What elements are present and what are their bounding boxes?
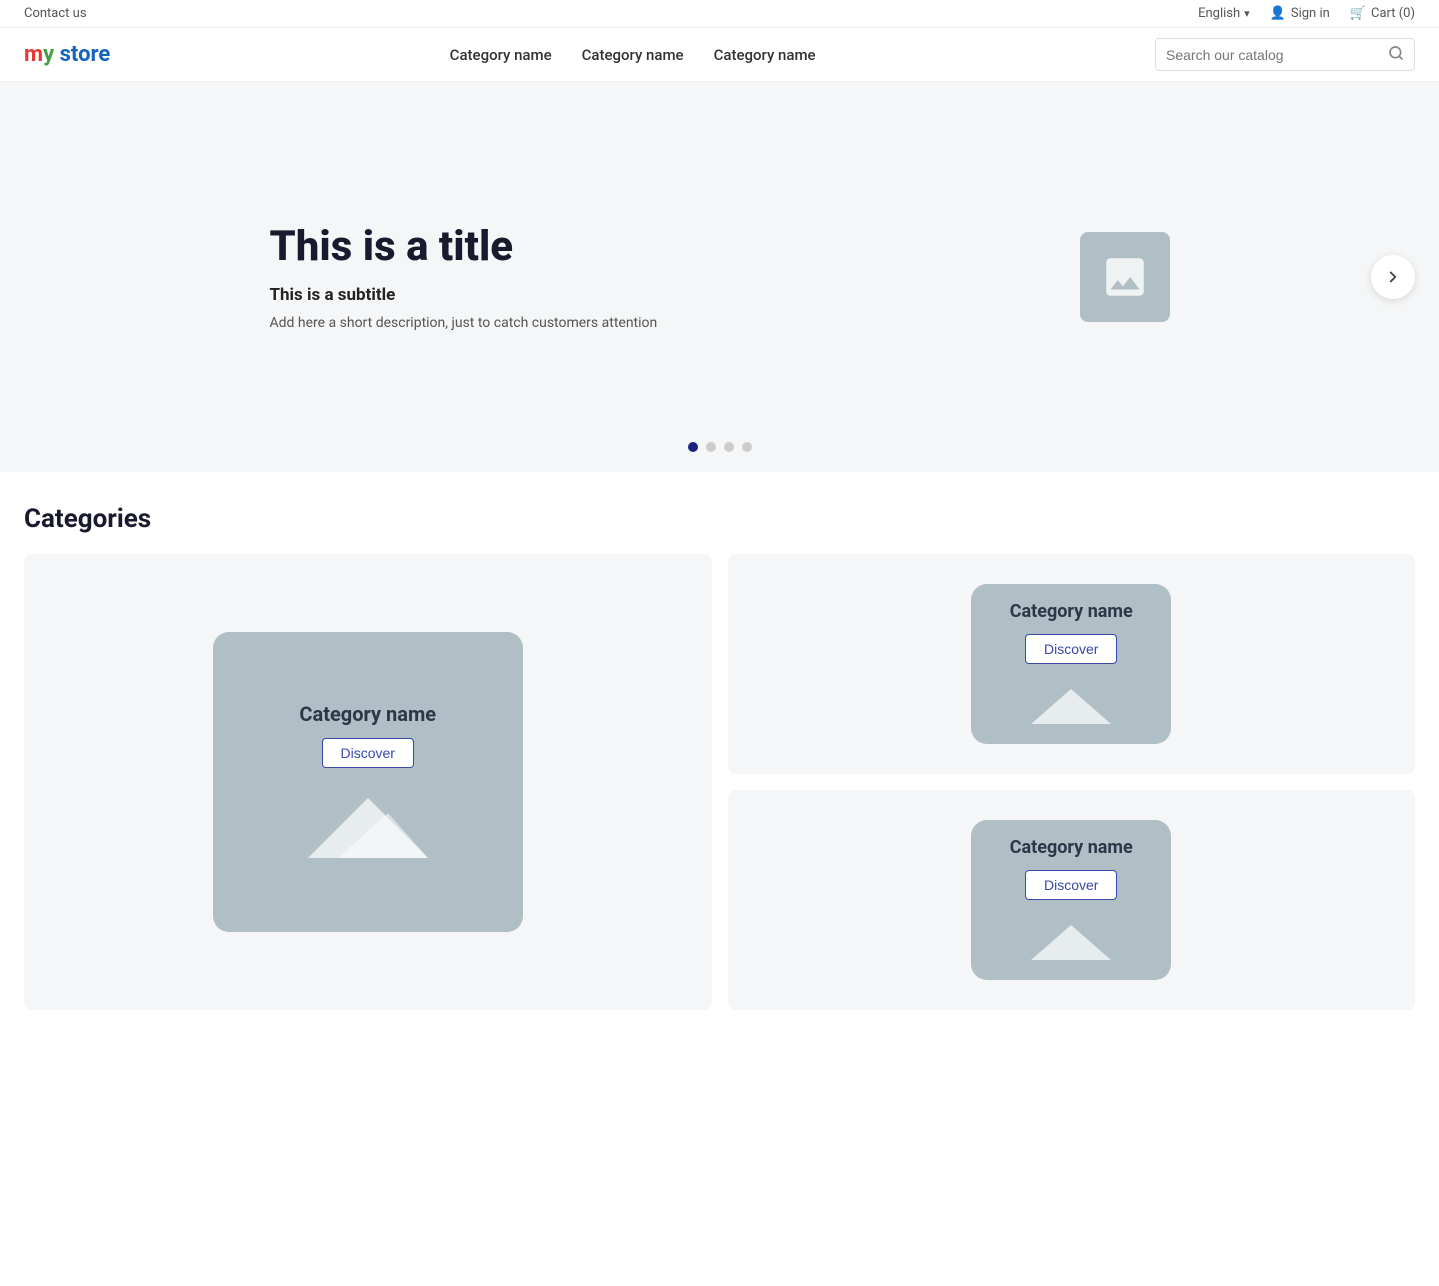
nav-item-1[interactable]: Category name [450,46,552,64]
chevron-right-icon [1384,268,1402,286]
sign-in-label: Sign in [1291,6,1330,21]
hero-dot-2[interactable] [706,442,716,452]
discover-button-1[interactable]: Discover [322,738,414,768]
main-nav: Category name Category name Category nam… [450,46,816,64]
image-placeholder-icon [1100,252,1150,302]
search-input[interactable] [1166,47,1382,63]
mountain-icon-2 [1031,684,1111,728]
cart-link[interactable]: 🛒 Cart (0) [1350,6,1415,21]
nav-item-3[interactable]: Category name [714,46,816,64]
hero-image [1080,232,1170,322]
category-card-3: Category name Discover [728,790,1416,1010]
hero-next-button[interactable] [1371,255,1415,299]
top-bar-right: English ▾ 👤 Sign in 🛒 Cart (0) [1198,6,1415,21]
hero-dot-3[interactable] [724,442,734,452]
logo-store: store [60,42,111,67]
language-selector[interactable]: English ▾ [1198,6,1250,21]
chevron-down-icon: ▾ [1244,7,1250,20]
logo[interactable]: my store [24,42,110,67]
search-icon [1388,45,1404,61]
hero-text: This is a title This is a subtitle Add h… [270,223,1000,331]
contact-link[interactable]: Contact us [24,6,87,21]
logo-y: y [43,42,54,67]
hero-title: This is a title [270,223,1000,271]
search-button[interactable] [1388,45,1404,64]
category-name-3: Category name [1010,837,1133,858]
language-label: English [1198,6,1240,21]
right-column: Category name Discover Category name Dis… [728,554,1416,1010]
category-name-2: Category name [1010,601,1133,622]
mountain-icon-1 [308,788,428,862]
category-inner-3: Category name Discover [971,820,1171,980]
categories-title: Categories [24,504,1415,534]
logo-m: m [24,42,43,67]
sign-in-link[interactable]: 👤 Sign in [1270,6,1330,21]
hero-description: Add here a short description, just to ca… [270,315,1000,331]
cart-icon: 🛒 [1350,6,1366,21]
nav-item-2[interactable]: Category name [582,46,684,64]
cart-label: Cart (0) [1371,6,1415,21]
category-inner-2: Category name Discover [971,584,1171,744]
person-icon: 👤 [1270,6,1286,21]
discover-button-3[interactable]: Discover [1025,870,1117,900]
hero-subtitle: This is a subtitle [270,285,1000,305]
search-box [1155,38,1415,71]
categories-grid: Category name Discover Category name Dis… [24,554,1415,1010]
hero-section: This is a title This is a subtitle Add h… [0,82,1439,472]
hero-dot-4[interactable] [742,442,752,452]
category-card-1: Category name Discover [24,554,712,1010]
hero-content: This is a title This is a subtitle Add h… [270,223,1170,331]
category-inner-1: Category name Discover [213,632,523,932]
header: my store Category name Category name Cat… [0,28,1439,82]
hero-dots [688,442,752,452]
mountain-icon-3 [1031,920,1111,964]
category-card-2: Category name Discover [728,554,1416,774]
discover-button-2[interactable]: Discover [1025,634,1117,664]
category-name-1: Category name [299,702,436,726]
top-bar: Contact us English ▾ 👤 Sign in 🛒 Cart (0… [0,0,1439,28]
categories-section: Categories Category name Discover Catego… [0,472,1439,1042]
hero-dot-1[interactable] [688,442,698,452]
